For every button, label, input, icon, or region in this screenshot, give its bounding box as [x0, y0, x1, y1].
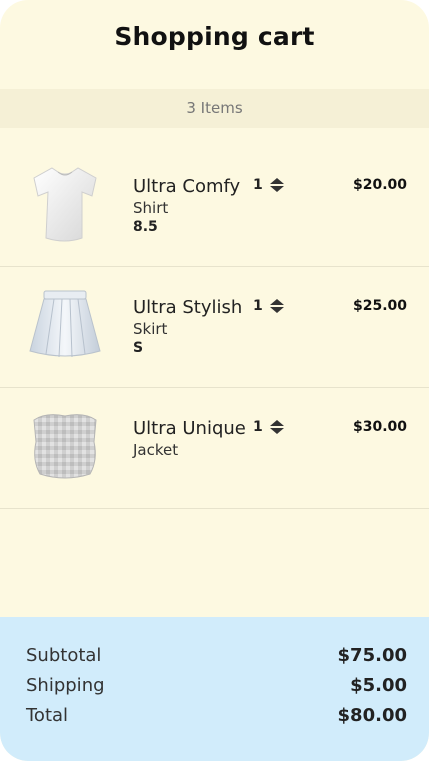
subtotal-row: Subtotal $75.00 — [26, 645, 407, 671]
decrease-quantity-icon[interactable] — [269, 428, 284, 434]
cart-item: Ultra Unique Jacket 1 $30.00 — [0, 388, 429, 509]
item-price: $25.00 — [352, 298, 407, 314]
shipping-row: Shipping $5.00 — [26, 675, 407, 701]
item-category: Skirt — [133, 320, 168, 338]
decrease-quantity-icon[interactable] — [269, 307, 284, 313]
cart-item: Ultra Comfy Shirt 8.5 1 $20.00 — [0, 146, 429, 267]
quantity-control: 1 — [253, 298, 284, 314]
quantity-control: 1 — [253, 419, 284, 435]
item-category: Jacket — [133, 441, 179, 459]
item-name: Ultra Unique — [133, 418, 246, 439]
shopping-cart-card: Shopping cart 3 Items Ultra Comfy Shirt — [0, 0, 429, 761]
item-size: S — [133, 340, 144, 356]
subtotal-label: Subtotal — [26, 645, 102, 666]
cart-item: Ultra Stylish Skirt S 1 $25.00 — [0, 267, 429, 388]
increase-quantity-icon[interactable] — [269, 178, 284, 184]
item-name: Ultra Stylish — [133, 297, 243, 318]
page-title: Shopping cart — [114, 22, 315, 51]
item-price: $20.00 — [352, 177, 407, 193]
item-count-bar: 3 Items — [0, 89, 429, 128]
item-name: Ultra Comfy — [133, 176, 241, 197]
quantity-value: 1 — [253, 298, 263, 314]
shipping-value: $5.00 — [350, 675, 407, 696]
decrease-quantity-icon[interactable] — [269, 186, 284, 192]
item-price: $30.00 — [352, 419, 407, 435]
quantity-stepper[interactable] — [269, 420, 284, 434]
quantity-stepper[interactable] — [269, 178, 284, 192]
quantity-control: 1 — [253, 177, 284, 193]
increase-quantity-icon[interactable] — [269, 420, 284, 426]
increase-quantity-icon[interactable] — [269, 299, 284, 305]
order-summary: Subtotal $75.00 Shipping $5.00 Total $80… — [0, 617, 429, 761]
item-category: Shirt — [133, 199, 169, 217]
item-size: 8.5 — [133, 219, 158, 235]
subtotal-value: $75.00 — [337, 645, 407, 666]
quantity-value: 1 — [253, 177, 263, 193]
quantity-value: 1 — [253, 419, 263, 435]
quantity-stepper[interactable] — [269, 299, 284, 313]
total-value: $80.00 — [337, 705, 407, 726]
skirt-icon[interactable] — [26, 281, 104, 363]
shirt-icon[interactable] — [26, 160, 104, 242]
cart-item-list: Ultra Comfy Shirt 8.5 1 $20.00 Ultra Sty… — [0, 146, 429, 509]
jacket-icon[interactable] — [26, 402, 104, 484]
total-label: Total — [26, 705, 69, 726]
total-row: Total $80.00 — [26, 705, 407, 731]
shipping-label: Shipping — [26, 675, 105, 696]
